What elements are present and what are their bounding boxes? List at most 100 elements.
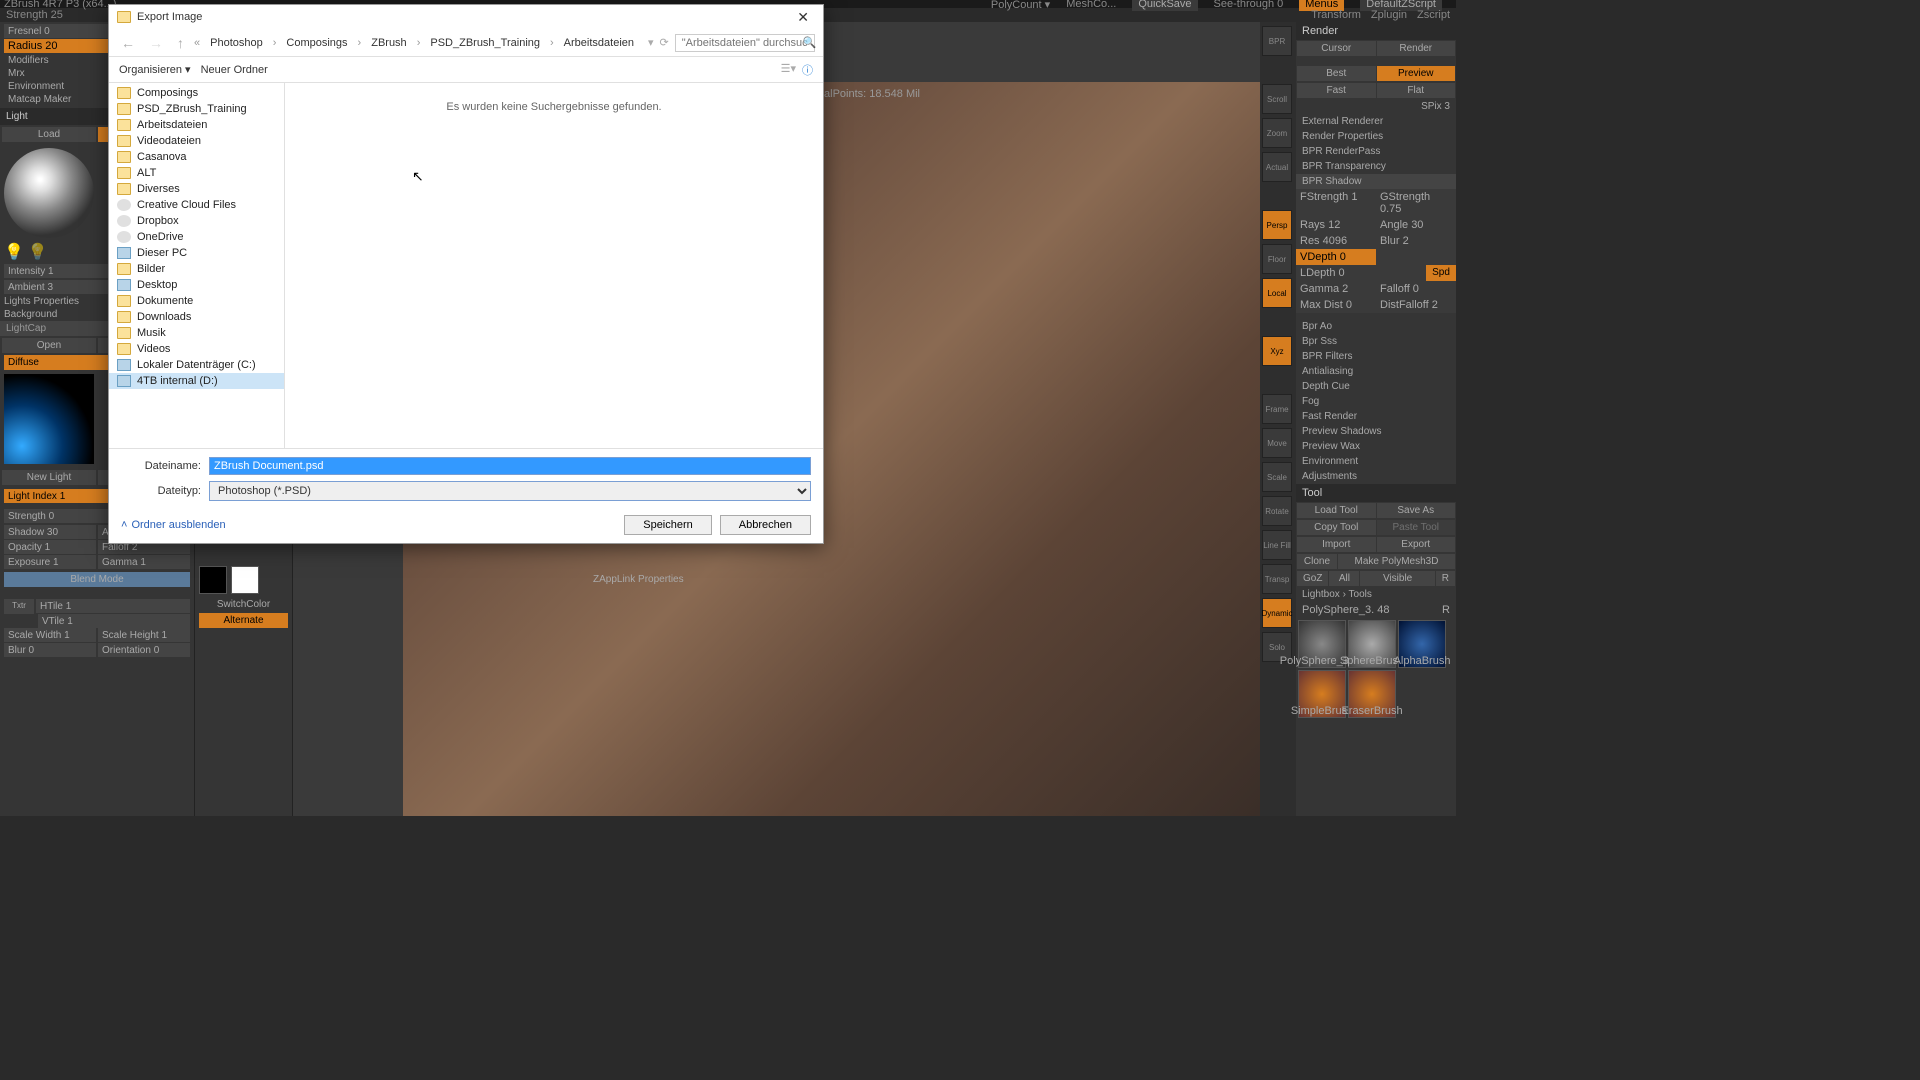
tree-item[interactable]: Composings (109, 85, 284, 101)
fast-render-item[interactable]: Fast Render (1296, 409, 1456, 424)
tree-item[interactable]: PSD_ZBrush_Training (109, 101, 284, 117)
tree-item[interactable]: Casanova (109, 149, 284, 165)
scale-w-slider[interactable]: Scale Width 1 (4, 628, 96, 642)
cancel-button[interactable]: Abbrechen (720, 515, 811, 535)
tool-thumb[interactable]: SphereBrush (1348, 620, 1396, 668)
search-input[interactable] (675, 34, 815, 52)
tree-item[interactable]: Dieser PC (109, 245, 284, 261)
angle-slider[interactable]: Angle 30 (1376, 217, 1456, 233)
dynamic-button[interactable]: Dynamic (1262, 598, 1292, 628)
refresh-icon[interactable]: ⟳ (660, 36, 669, 49)
spd-button[interactable]: Spd (1426, 265, 1456, 281)
export-button[interactable]: Export (1377, 537, 1456, 552)
color-swatch-black[interactable] (199, 566, 227, 594)
flat-button[interactable]: Flat (1377, 83, 1456, 98)
tree-item[interactable]: Diverses (109, 181, 284, 197)
scale-h-slider[interactable]: Scale Height 1 (98, 628, 190, 642)
breadcrumb[interactable]: Photoshop (206, 37, 267, 49)
zscript-menu[interactable]: Zscript (1417, 9, 1450, 21)
zoom-button[interactable]: Zoom (1262, 118, 1292, 148)
alternate-button[interactable]: Alternate (199, 613, 288, 628)
open-button[interactable]: Open (2, 338, 96, 353)
blend-mode-button[interactable]: Blend Mode (4, 572, 190, 587)
gamma-slider[interactable]: Gamma 1 (98, 555, 190, 569)
falloff-slider[interactable]: Falloff 0 (1376, 281, 1456, 297)
transp-button[interactable]: Transp (1262, 564, 1292, 594)
tree-item[interactable]: Lokaler Datenträger (C:) (109, 357, 284, 373)
preview-button[interactable]: Preview (1377, 66, 1456, 81)
breadcrumb[interactable]: Arbeitsdateien (560, 37, 638, 49)
tool-thumb[interactable]: AlphaBrush (1398, 620, 1446, 668)
rays-slider[interactable]: Rays 12 (1296, 217, 1376, 233)
scroll-button[interactable]: Scroll (1262, 84, 1292, 114)
frame-button[interactable]: Frame (1262, 394, 1292, 424)
tool-thumb[interactable]: PolySphere_3.48 (1298, 620, 1346, 668)
vdepth-slider[interactable]: VDepth 0 (1296, 249, 1376, 265)
close-button[interactable]: ✕ (791, 9, 815, 26)
color-swatch-white[interactable] (231, 566, 259, 594)
tree-item[interactable]: Dokumente (109, 293, 284, 309)
shadow-slider[interactable]: Shadow 30 (4, 525, 96, 539)
organize-button[interactable]: Organisieren ▾ (119, 63, 191, 76)
import-button[interactable]: Import (1297, 537, 1376, 552)
persp-button[interactable]: Persp (1262, 210, 1292, 240)
switchcolor-button[interactable]: SwitchColor (195, 598, 292, 611)
rotate-button[interactable]: Rotate (1262, 496, 1292, 526)
depth-cue-item[interactable]: Depth Cue (1296, 379, 1456, 394)
adjustments-item[interactable]: Adjustments (1296, 469, 1456, 484)
make-polymesh-button[interactable]: Make PolyMesh3D (1338, 554, 1455, 569)
load-tool-button[interactable]: Load Tool (1297, 503, 1376, 518)
file-list[interactable]: Es wurden keine Suchergebnisse gefunden. (285, 83, 823, 448)
light-sphere-preview[interactable] (4, 148, 94, 238)
tree-item[interactable]: OneDrive (109, 229, 284, 245)
tree-item[interactable]: Videodateien (109, 133, 284, 149)
vtile-slider[interactable]: VTile 1 (38, 614, 190, 628)
bpr-ao-item[interactable]: Bpr Ao (1296, 319, 1456, 334)
filename-input[interactable] (209, 457, 811, 475)
tool-thumb[interactable]: SimpleBrush (1298, 670, 1346, 718)
environment-item[interactable]: Environment (1296, 454, 1456, 469)
gstrength-slider[interactable]: GStrength 0.75 (1376, 189, 1456, 217)
zplugin-menu[interactable]: Zplugin (1371, 9, 1407, 21)
breadcrumb[interactable]: PSD_ZBrush_Training (426, 37, 544, 49)
local-button[interactable]: Local (1262, 278, 1292, 308)
fog-item[interactable]: Fog (1296, 394, 1456, 409)
render-properties-item[interactable]: Render Properties (1296, 129, 1456, 144)
exposure-slider[interactable]: Exposure 1 (4, 555, 96, 569)
gamma2-slider[interactable]: Gamma 2 (1296, 281, 1376, 297)
bpr-button[interactable]: BPR (1262, 26, 1292, 56)
quicksave-button[interactable]: QuickSave (1132, 0, 1197, 11)
bpr-sss-item[interactable]: Bpr Sss (1296, 334, 1456, 349)
all-button[interactable]: All (1329, 571, 1359, 586)
polycount-menu[interactable]: PolyCount ▾ (991, 0, 1050, 11)
tree-item[interactable]: ALT (109, 165, 284, 181)
best-button[interactable]: Best (1297, 66, 1376, 81)
antialiasing-item[interactable]: Antialiasing (1296, 364, 1456, 379)
external-renderer-item[interactable]: External Renderer (1296, 114, 1456, 129)
breadcrumb[interactable]: ZBrush (367, 37, 410, 49)
linefill-button[interactable]: Line Fill (1262, 530, 1292, 560)
tree-item[interactable]: Downloads (109, 309, 284, 325)
txtr-button[interactable]: Txtr (4, 599, 34, 614)
tree-item[interactable]: Desktop (109, 277, 284, 293)
up-button[interactable]: ↑ (173, 35, 188, 51)
goz-button[interactable]: GoZ (1297, 571, 1328, 586)
lightbulb-icon[interactable]: 💡 (28, 242, 48, 262)
render-button[interactable]: Render (1377, 41, 1456, 56)
orientation-slider[interactable]: Orientation 0 (98, 643, 190, 657)
preview-shadows-item[interactable]: Preview Shadows (1296, 424, 1456, 439)
r-button[interactable]: R (1436, 571, 1455, 586)
breadcrumb[interactable]: Composings (282, 37, 351, 49)
visible-button[interactable]: Visible (1360, 571, 1434, 586)
floor-button[interactable]: Floor (1262, 244, 1292, 274)
folder-tree[interactable]: ComposingsPSD_ZBrush_TrainingArbeitsdate… (109, 83, 285, 448)
tree-item[interactable]: Creative Cloud Files (109, 197, 284, 213)
blur-slider[interactable]: Blur 2 (1376, 233, 1456, 249)
hide-folders-button[interactable]: ˄ Ordner ausblenden (121, 519, 226, 531)
copy-tool-button[interactable]: Copy Tool (1297, 520, 1376, 535)
scale-button[interactable]: Scale (1262, 462, 1292, 492)
forward-button[interactable]: → (145, 35, 167, 51)
seethrough-slider[interactable]: See-through 0 (1214, 0, 1284, 10)
new-folder-button[interactable]: Neuer Ordner (201, 64, 268, 76)
opacity-slider[interactable]: Opacity 1 (4, 540, 96, 554)
